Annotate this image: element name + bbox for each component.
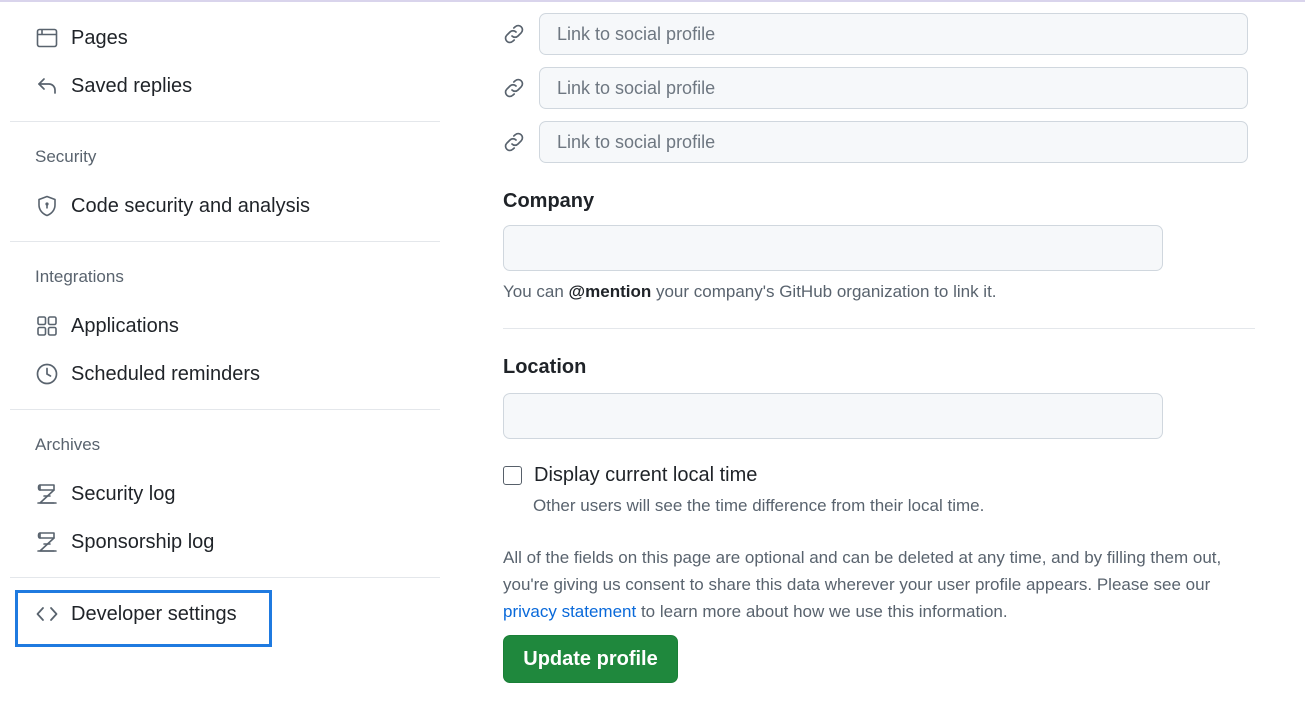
sidebar-item-label: Saved replies [71,74,193,97]
social-link-row [480,120,1250,164]
developer-settings-highlight [15,590,272,647]
company-input[interactable] [503,225,1163,271]
local-time-label[interactable]: Display current local time [534,464,757,487]
sidebar-item-saved-replies[interactable]: Saved replies [35,69,192,103]
reply-icon [35,74,59,98]
hint-suffix: your company's GitHub organization to li… [651,282,997,301]
section-heading-security: Security [35,147,97,166]
sidebar-item-label: Pages [71,26,128,49]
location-label: Location [503,356,587,378]
location-input[interactable] [503,393,1163,439]
update-profile-button[interactable]: Update profile [503,635,678,683]
section-heading-archives: Archives [35,435,101,454]
social-link-input[interactable] [539,67,1248,109]
log-icon [35,482,59,506]
clock-icon [35,362,59,386]
settings-sidebar: Pages Saved replies Security Code securi… [0,0,450,714]
social-link-input[interactable] [539,121,1248,163]
consent-text: All of the fields on this page are optio… [503,548,1222,594]
sidebar-item-label: Scheduled reminders [71,362,260,385]
sidebar-item-label: Code security and analysis [71,194,311,217]
profile-form: Company You can @mention your company's … [480,0,1280,714]
shield-icon [35,194,59,218]
sidebar-item-label: Security log [71,482,176,505]
hint-prefix: You can [503,282,569,301]
browser-icon [35,26,59,50]
sidebar-item-label: Applications [71,314,179,337]
social-link-row [480,12,1250,56]
consent-notice: All of the fields on this page are optio… [503,544,1263,625]
sidebar-divider [10,577,440,578]
link-icon [480,76,526,100]
log-icon [35,530,59,554]
link-icon [480,130,526,154]
sidebar-item-applications[interactable]: Applications [35,309,179,343]
company-label: Company [503,190,595,212]
sidebar-divider [10,121,440,122]
apps-grid-icon [35,314,59,338]
sidebar-item-security-log[interactable]: Security log [35,477,176,511]
sidebar-item-scheduled-reminders[interactable]: Scheduled reminders [35,357,260,391]
local-time-row: Display current local time [503,464,757,487]
link-icon [480,22,526,46]
sidebar-item-label: Sponsorship log [71,530,215,553]
sidebar-divider [10,241,440,242]
social-link-input[interactable] [539,13,1248,55]
section-heading-integrations: Integrations [35,267,124,286]
social-link-row [480,66,1250,110]
hint-mention: @mention [568,282,652,301]
local-time-note: Other users will see the time difference… [533,496,985,515]
consent-text-end: to learn more about how we use this info… [636,602,1008,621]
company-hint: You can @mention your company's GitHub o… [503,282,997,302]
sidebar-item-code-security[interactable]: Code security and analysis [35,189,310,223]
local-time-checkbox[interactable] [503,466,522,485]
sidebar-divider [10,409,440,410]
sidebar-item-sponsorship-log[interactable]: Sponsorship log [35,525,214,559]
sidebar-item-pages[interactable]: Pages [35,21,128,55]
form-divider [503,328,1255,329]
privacy-statement-link[interactable]: privacy statement [503,602,636,621]
